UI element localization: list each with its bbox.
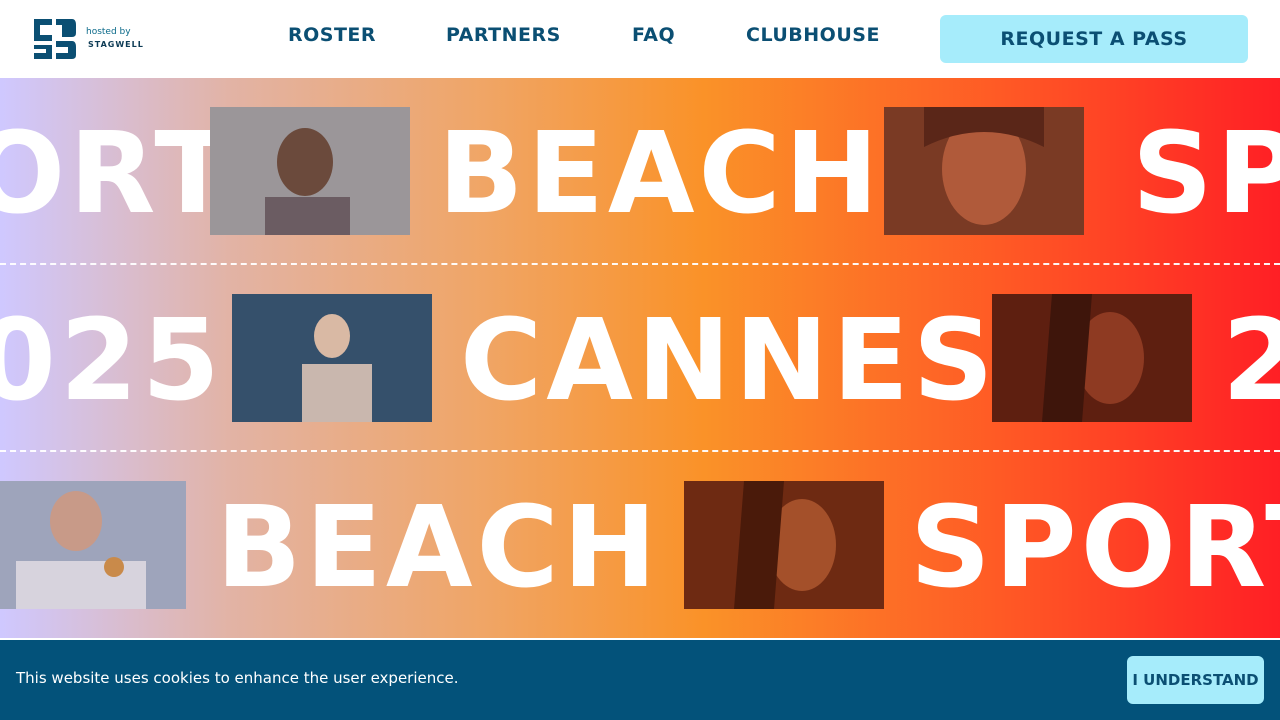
- sb-logo-icon: [34, 19, 76, 59]
- accept-cookies-button[interactable]: I UNDERSTAND: [1127, 656, 1264, 704]
- hero-word: 2: [1222, 296, 1280, 426]
- athlete-photo: [992, 294, 1192, 422]
- request-pass-button[interactable]: REQUEST A PASS: [940, 15, 1248, 63]
- hero-word: ORT: [0, 109, 235, 239]
- hero-word: SPORT: [910, 483, 1280, 613]
- athlete-photo: [210, 107, 410, 235]
- hosted-by-label: hosted by: [86, 27, 131, 37]
- nav-partners[interactable]: PARTNERS: [446, 24, 561, 46]
- athlete-photo: [0, 481, 186, 609]
- hero-word: BEACH: [216, 483, 661, 613]
- hero-word: CANNES: [460, 296, 998, 426]
- cookie-message: This website uses cookies to enhance the…: [16, 669, 459, 687]
- dashed-divider: [0, 450, 1280, 452]
- site-logo[interactable]: hosted by STAGWELL: [32, 15, 152, 63]
- cookie-banner: This website uses cookies to enhance the…: [0, 640, 1280, 720]
- athlete-photo: [232, 294, 432, 422]
- dashed-divider: [0, 263, 1280, 265]
- athlete-photo: [884, 107, 1084, 235]
- hero-word: SP: [1132, 109, 1280, 239]
- hero-word: BEACH: [438, 109, 883, 239]
- hero-word: 025: [0, 296, 224, 426]
- nav-roster[interactable]: ROSTER: [288, 24, 376, 46]
- athlete-photo: [684, 481, 884, 609]
- site-header: hosted by STAGWELL ROSTER PARTNERS FAQ C…: [0, 0, 1280, 78]
- stagwell-wordmark: STAGWELL: [88, 40, 144, 49]
- nav-clubhouse[interactable]: CLUBHOUSE: [746, 24, 880, 46]
- nav-faq[interactable]: FAQ: [632, 24, 675, 46]
- hero-banner: ORT BEACH SP 025 CANNES 2 BEACH SPORT: [0, 78, 1280, 638]
